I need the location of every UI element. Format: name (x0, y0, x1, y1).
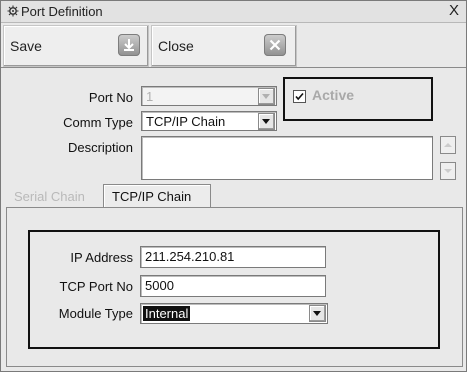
title-bar[interactable]: Port Definition X (1, 1, 466, 23)
port-definition-window: Port Definition X Save Close Port No 1 A… (0, 0, 467, 372)
toolbar: Save Close (1, 23, 466, 68)
comm-type-select[interactable]: TCP/IP Chain (141, 111, 277, 131)
tab-strip: Serial Chain TCP/IP Chain (6, 184, 461, 208)
close-icon (264, 34, 286, 56)
module-type-label: Module Type (58, 306, 133, 321)
gear-icon (7, 5, 19, 17)
active-label: Active (312, 87, 355, 103)
scroll-up-button[interactable] (440, 136, 456, 154)
module-type-value: Internal (143, 306, 191, 321)
module-type-select[interactable]: Internal (140, 303, 328, 324)
port-no-label: Port No (88, 90, 133, 105)
close-button-label: Close (158, 38, 194, 54)
comm-type-value: TCP/IP Chain (146, 114, 226, 129)
ip-address-label: IP Address (70, 250, 133, 265)
window-title: Port Definition (21, 4, 103, 19)
close-button[interactable]: Close (151, 25, 297, 67)
comm-type-dropdown-button[interactable] (258, 113, 275, 130)
module-type-dropdown-button[interactable] (309, 305, 326, 322)
tab-tcpip-chain[interactable]: TCP/IP Chain (103, 184, 211, 208)
comm-type-label: Comm Type (63, 115, 133, 130)
scroll-down-button[interactable] (440, 162, 456, 180)
active-checkbox[interactable] (293, 90, 306, 103)
save-icon (118, 34, 140, 56)
description-textarea[interactable] (141, 136, 433, 180)
tcp-port-input[interactable]: 5000 (140, 275, 326, 297)
port-no-field[interactable]: 1 (141, 86, 277, 106)
save-button-label: Save (10, 38, 42, 54)
ip-address-value: 211.254.210.81 (145, 249, 235, 264)
save-button[interactable]: Save (3, 25, 149, 67)
description-label: Description (67, 140, 133, 155)
ip-address-input[interactable]: 211.254.210.81 (140, 246, 326, 268)
port-no-dropdown-button[interactable] (258, 88, 275, 105)
tcp-port-value: 5000 (145, 278, 174, 293)
tcp-port-label: TCP Port No (59, 279, 133, 294)
window-close-button[interactable]: X (445, 2, 463, 20)
port-no-value: 1 (146, 89, 154, 104)
